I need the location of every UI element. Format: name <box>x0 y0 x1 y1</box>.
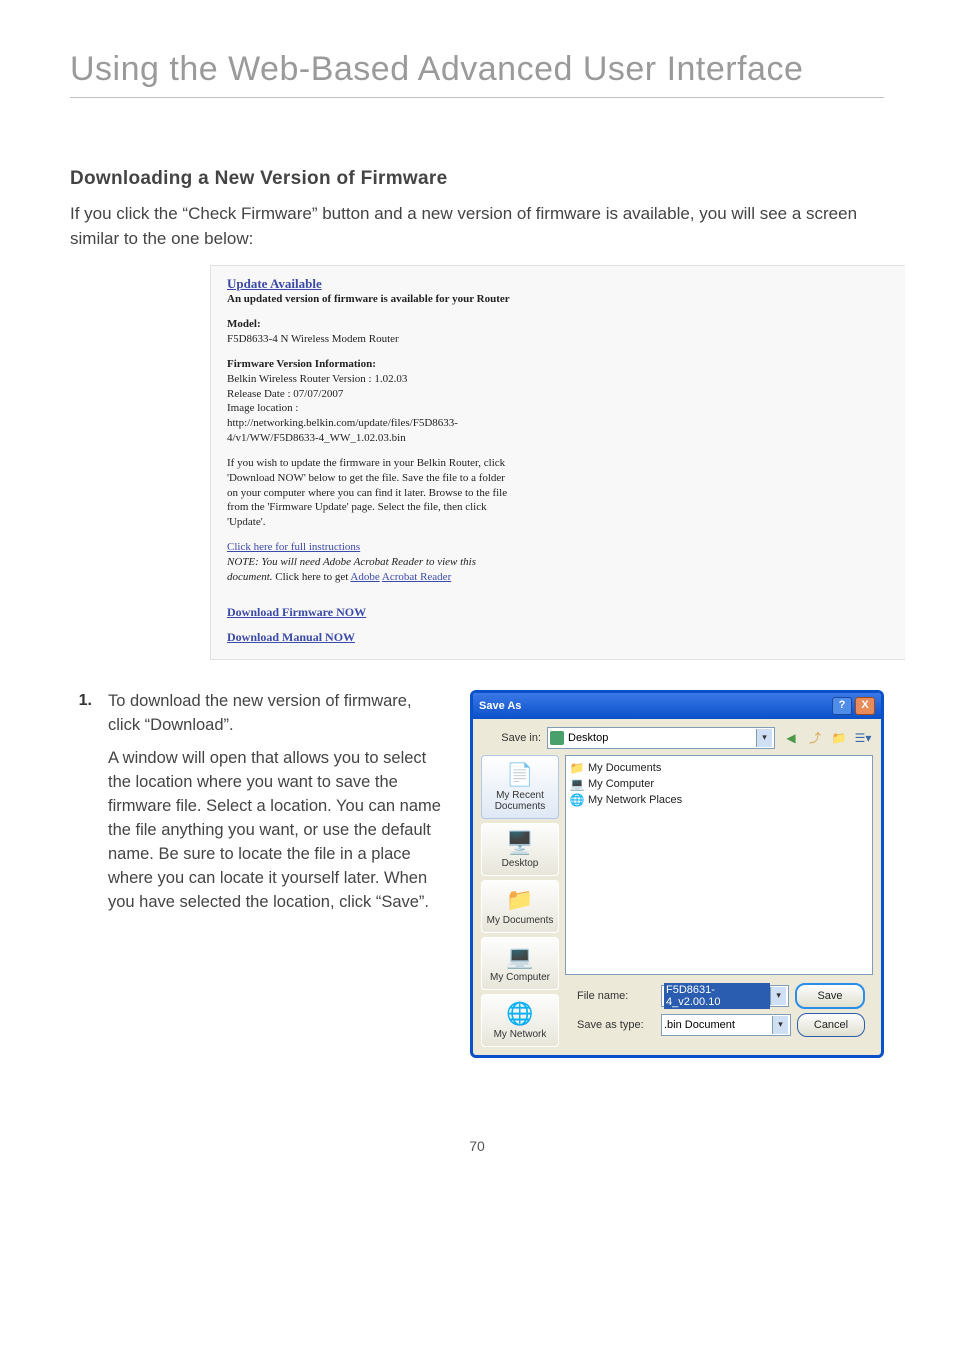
popup-fvi-line2: Release Date : 07/07/2007 <box>227 387 889 402</box>
places-recent-label: My Recent Documents <box>495 790 546 812</box>
section-heading: Downloading a New Version of Firmware <box>70 168 884 190</box>
chevron-down-icon[interactable]: ▾ <box>770 987 786 1005</box>
filename-label: File name: <box>573 990 655 1002</box>
computer-icon: 💻 <box>570 777 584 791</box>
filename-field[interactable]: F5D8631-4_v2.00.10 ▾ <box>661 985 789 1007</box>
list-item: 🌐My Network Places <box>570 792 868 808</box>
close-button[interactable]: X <box>855 697 875 715</box>
dialog-title: Save As <box>479 700 521 712</box>
download-manual-link[interactable]: Download Manual NOW <box>227 630 889 645</box>
popup-adobe-link1[interactable]: Adobe <box>350 571 379 583</box>
step-number: 1. <box>70 690 92 925</box>
popup-adobe-link2[interactable]: Acrobat Reader <box>382 571 451 583</box>
up-icon[interactable]: ⤴ <box>805 728 825 748</box>
update-available-popup: Update Available An updated version of f… <box>210 265 905 659</box>
save-as-dialog: Save As ? X Save in: Desktop ▾ ◀ ⤴ 📁 ☰▾ <box>470 690 884 1058</box>
popup-fvi-line1: Belkin Wireless Router Version : 1.02.03 <box>227 372 889 387</box>
popup-fvi-url: http://networking.belkin.com/update/file… <box>227 416 517 446</box>
step1-p1: To download the new version of firmware,… <box>108 690 444 738</box>
list-item: 💻My Computer <box>570 776 868 792</box>
mydocs-icon: 📁 <box>504 887 536 913</box>
saveastype-value: .bin Document <box>664 1019 735 1031</box>
divider <box>70 97 884 98</box>
recent-icon: 📄 <box>504 762 536 788</box>
popup-model-value: F5D8633-4 N Wireless Modem Router <box>227 332 517 347</box>
places-desktop[interactable]: 🖥️ Desktop <box>481 823 559 876</box>
save-button[interactable]: Save <box>795 983 865 1009</box>
desktop-place-icon: 🖥️ <box>504 830 536 856</box>
file-list[interactable]: 📁My Documents 💻My Computer 🌐My Network P… <box>565 755 873 975</box>
savein-label: Save in: <box>481 732 541 744</box>
page-number: 70 <box>70 1138 884 1154</box>
step1-p2: A window will open that allows you to se… <box>108 747 444 914</box>
popup-fvi-label: Firmware Version Information: <box>227 357 889 372</box>
places-mycomp[interactable]: 💻 My Computer <box>481 937 559 990</box>
places-mynet-label: My Network <box>494 1029 547 1040</box>
help-button[interactable]: ? <box>832 697 852 715</box>
popup-instructions-link[interactable]: Click here for full instructions <box>227 541 360 553</box>
places-mydocs[interactable]: 📁 My Documents <box>481 880 559 933</box>
popup-para: If you wish to update the firmware in yo… <box>227 456 517 530</box>
popup-title: Update Available <box>227 276 889 292</box>
saveastype-label: Save as type: <box>573 1019 655 1031</box>
saveastype-field[interactable]: .bin Document ▾ <box>661 1014 791 1036</box>
cancel-button[interactable]: Cancel <box>797 1013 865 1037</box>
filename-value: F5D8631-4_v2.00.10 <box>664 983 770 1009</box>
chevron-down-icon[interactable]: ▾ <box>772 1016 788 1034</box>
page-title: Using the Web-Based Advanced User Interf… <box>70 50 884 89</box>
places-mynet[interactable]: 🌐 My Network <box>481 994 559 1047</box>
places-desktop-label: Desktop <box>502 858 539 869</box>
places-mycomp-label: My Computer <box>490 972 550 983</box>
mycomp-icon: 💻 <box>504 944 536 970</box>
back-icon[interactable]: ◀ <box>781 728 801 748</box>
popup-note-mid: Click here to get <box>273 571 351 583</box>
popup-fvi-line3: Image location : <box>227 401 889 416</box>
savein-value: Desktop <box>568 732 608 744</box>
chevron-down-icon[interactable]: ▾ <box>756 729 772 747</box>
desktop-icon <box>550 731 564 745</box>
places-recent[interactable]: 📄 My Recent Documents <box>481 755 559 819</box>
network-icon: 🌐 <box>570 793 584 807</box>
download-firmware-link[interactable]: Download Firmware NOW <box>227 605 889 620</box>
new-folder-icon[interactable]: 📁 <box>829 728 849 748</box>
folder-icon: 📁 <box>570 761 584 775</box>
savein-combo[interactable]: Desktop ▾ <box>547 727 775 749</box>
popup-model-label: Model: <box>227 317 889 332</box>
mynet-icon: 🌐 <box>504 1001 536 1027</box>
views-icon[interactable]: ☰▾ <box>853 728 873 748</box>
section-intro: If you click the “Check Firmware” button… <box>70 202 884 251</box>
list-item: 📁My Documents <box>570 760 868 776</box>
popup-subtitle: An updated version of firmware is availa… <box>227 292 517 307</box>
places-mydocs-label: My Documents <box>487 915 554 926</box>
